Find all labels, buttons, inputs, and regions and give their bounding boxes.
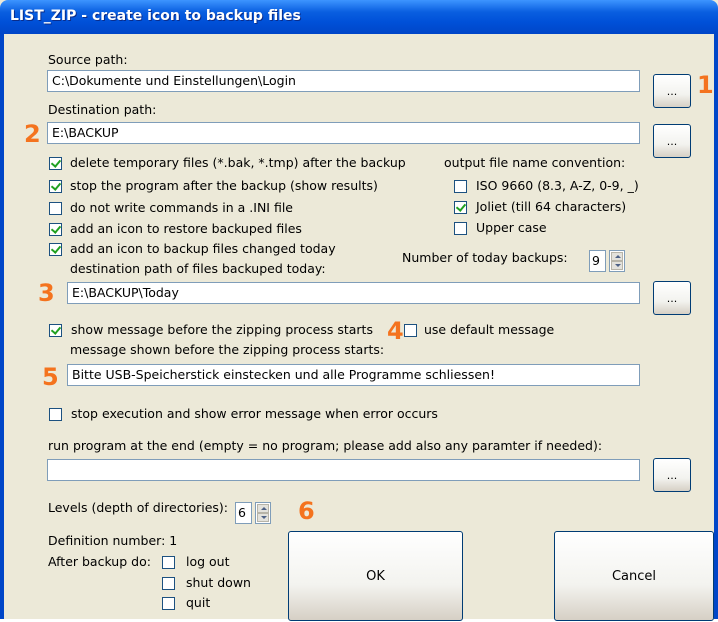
backup-today-icon-label: add an icon to backup files changed toda… — [70, 241, 336, 256]
message-text-label: message shown before the zipping process… — [70, 342, 385, 357]
shut-down-label: shut down — [186, 575, 251, 590]
window-border-left — [0, 34, 4, 619]
show-message-label: show message before the zipping process … — [71, 322, 373, 337]
output-naming-label: output file name convention: — [444, 155, 626, 170]
ok-button[interactable]: OK — [288, 531, 463, 621]
window-border-right — [714, 34, 718, 619]
no-ini-checkbox[interactable] — [49, 202, 62, 215]
marker-4: 4 — [387, 317, 404, 345]
iso9660-checkbox[interactable] — [454, 180, 467, 193]
delete-temp-files-checkbox[interactable] — [49, 157, 62, 170]
spinner-up-icon[interactable] — [611, 252, 623, 261]
restore-icon-label: add an icon to restore backuped files — [70, 221, 302, 236]
no-ini-label: do not write commands in a .INI file — [70, 200, 293, 215]
marker-2: 2 — [24, 120, 41, 148]
show-message-checkbox[interactable] — [49, 324, 62, 337]
spinner-down-icon[interactable] — [257, 513, 269, 522]
default-message-checkbox[interactable] — [404, 324, 417, 337]
run-program-input[interactable] — [47, 459, 640, 481]
today-count-label: Number of today backups: — [402, 250, 568, 265]
levels-label: Levels (depth of directories): — [48, 500, 229, 515]
marker-5: 5 — [42, 363, 59, 391]
levels-spinner[interactable] — [255, 502, 271, 524]
stop-program-label: stop the program after the backup (show … — [70, 178, 378, 193]
window-title: LIST_ZIP - create icon to backup files — [10, 8, 301, 24]
title-bar[interactable]: LIST_ZIP - create icon to backup files — [0, 0, 718, 34]
spinner-up-icon[interactable] — [257, 504, 269, 513]
source-path-label: Source path: — [48, 52, 128, 67]
today-browse-button[interactable]: ... — [653, 281, 691, 315]
upper-case-checkbox[interactable] — [454, 222, 467, 235]
definition-number-label: Definition number: 1 — [48, 533, 178, 548]
source-path-input[interactable]: C:\Dokumente und Einstellungen\Login — [47, 70, 640, 92]
marker-6: 6 — [298, 497, 315, 525]
backup-today-icon-checkbox[interactable] — [49, 243, 62, 256]
iso9660-label: ISO 9660 (8.3, A-Z, 0-9, _) — [476, 178, 639, 193]
dialog-window: LIST_ZIP - create icon to backup files S… — [0, 0, 718, 621]
shut-down-checkbox[interactable] — [162, 577, 175, 590]
spinner-down-icon[interactable] — [611, 261, 623, 270]
stop-on-error-label: stop execution and show error message wh… — [71, 406, 438, 421]
levels-value[interactable]: 6 — [235, 502, 252, 524]
restore-icon-checkbox[interactable] — [49, 223, 62, 236]
delete-temp-files-label: delete temporary files (*.bak, *.tmp) af… — [70, 155, 406, 170]
joliet-checkbox[interactable] — [454, 201, 467, 214]
marker-1: 1 — [697, 71, 714, 99]
upper-case-label: Upper case — [476, 220, 547, 235]
destination-path-input[interactable]: E:\BACKUP — [47, 122, 640, 144]
stop-on-error-checkbox[interactable] — [49, 408, 62, 421]
today-count-value[interactable]: 9 — [589, 250, 606, 272]
destination-browse-button[interactable]: ... — [653, 124, 691, 158]
today-path-input[interactable]: E:\BACKUP\Today — [67, 282, 640, 304]
log-out-label: log out — [186, 554, 230, 569]
destination-path-label: Destination path: — [48, 102, 157, 117]
quit-checkbox[interactable] — [162, 597, 175, 610]
today-path-label: destination path of files backuped today… — [70, 261, 326, 276]
stop-program-checkbox[interactable] — [49, 180, 62, 193]
quit-label: quit — [186, 595, 211, 610]
after-backup-label: After backup do: — [48, 554, 151, 569]
run-program-browse-button[interactable]: ... — [653, 458, 691, 492]
log-out-checkbox[interactable] — [162, 556, 175, 569]
run-program-label: run program at the end (empty = no progr… — [48, 438, 603, 453]
message-text-input[interactable]: Bitte USB-Speicherstick einstecken und a… — [67, 364, 640, 386]
joliet-label: Joliet (till 64 characters) — [476, 199, 627, 214]
marker-3: 3 — [38, 279, 55, 307]
source-browse-button[interactable]: ... — [653, 74, 691, 108]
cancel-button[interactable]: Cancel — [554, 531, 714, 621]
default-message-label: use default message — [424, 322, 555, 337]
today-count-spinner[interactable] — [609, 250, 625, 272]
